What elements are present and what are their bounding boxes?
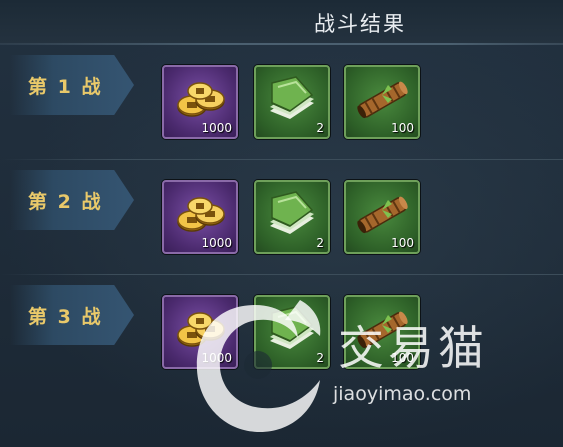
gold-coins-icon (177, 82, 225, 117)
reward-slot-gold[interactable]: 1000 (162, 65, 238, 139)
battle-label: 第 2 战 (28, 191, 103, 213)
reward-count: 2 (316, 121, 324, 135)
scroll-icon (357, 196, 408, 234)
header-bar: 战斗结果 (0, 0, 563, 44)
reward-slot-scroll[interactable]: 100 (344, 180, 420, 254)
battle-row: 第 2 战 1000 2 100 (0, 160, 563, 275)
battle-label: 第 3 战 (28, 306, 103, 328)
green-book-icon (270, 76, 314, 119)
green-book-icon (270, 306, 314, 349)
gold-coins-icon (177, 312, 225, 347)
watermark-brand: 交易猫 (338, 321, 488, 375)
reward-count: 1000 (201, 351, 232, 365)
reward-count: 2 (316, 236, 324, 250)
scroll-icon (357, 81, 408, 119)
gold-coins-icon (177, 197, 225, 232)
battle-label: 第 1 战 (28, 76, 103, 98)
reward-slot-scroll[interactable]: 100 (344, 65, 420, 139)
reward-count: 100 (391, 236, 414, 250)
reward-slot-gold[interactable]: 1000 (162, 295, 238, 369)
reward-count: 1000 (201, 121, 232, 135)
reward-count: 100 (391, 121, 414, 135)
green-book-icon (270, 191, 314, 234)
watermark-url: jiaoyimao.com (333, 383, 472, 405)
page-title: 战斗结果 (314, 12, 406, 36)
reward-count: 2 (316, 351, 324, 365)
reward-count: 1000 (201, 236, 232, 250)
reward-slot-book[interactable]: 2 (254, 180, 330, 254)
reward-slot-gold[interactable]: 1000 (162, 180, 238, 254)
reward-slot-book[interactable]: 2 (254, 295, 330, 369)
reward-slot-book[interactable]: 2 (254, 65, 330, 139)
battle-row: 第 1 战 1000 2 100 (0, 45, 563, 160)
